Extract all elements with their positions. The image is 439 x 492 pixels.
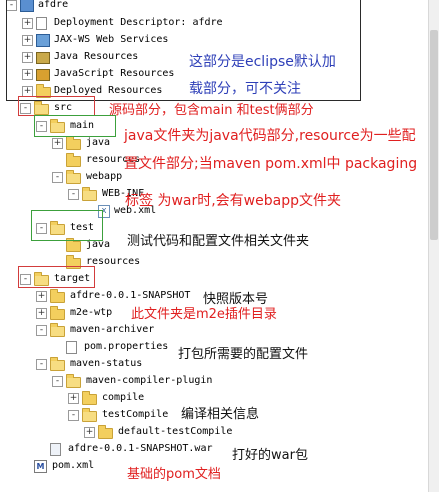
- folder-open-icon: [50, 323, 65, 337]
- annotation-main-line1: java文件夹为java代码部分,resource为一些配: [124, 128, 416, 144]
- expand-toggle[interactable]: +: [36, 291, 47, 302]
- folder-icon: [50, 306, 65, 320]
- annotation-war: 打好的war包: [232, 448, 308, 463]
- folder-icon: [66, 238, 81, 252]
- scrollbar-thumb[interactable]: [430, 30, 438, 240]
- pom-file-icon: M: [34, 460, 47, 473]
- main-highlight-box: [34, 115, 116, 137]
- expand-toggle[interactable]: +: [36, 308, 47, 319]
- annotation-compile: 编译相关信息: [181, 407, 260, 422]
- folder-icon: [66, 136, 81, 150]
- collapse-toggle[interactable]: -: [68, 410, 79, 421]
- tree-item-label: pom.properties: [84, 341, 169, 352]
- tree-item-label: default-testCompile: [118, 426, 233, 437]
- tree-item-label: maven-archiver: [70, 324, 155, 335]
- expand-toggle[interactable]: +: [52, 138, 63, 149]
- tree-item-label: afdre-0.0.1-SNAPSHOT.war: [68, 443, 213, 454]
- annotation-main-line2: 置文件部分;当maven pom.xml中 packaging: [124, 156, 418, 172]
- annotation-test: 测试代码和配置文件相关文件夹: [127, 234, 310, 249]
- collapse-toggle[interactable]: -: [52, 376, 63, 387]
- annotation-eclipse-default-line1: 这部分是eclipse默认加: [189, 54, 336, 70]
- folder-open-icon: [50, 357, 65, 371]
- annotation-pom: 基础的pom文档: [127, 467, 221, 482]
- folder-icon: [66, 153, 81, 167]
- vertical-scrollbar[interactable]: [428, 0, 439, 492]
- collapse-toggle[interactable]: -: [52, 172, 63, 183]
- expand-toggle[interactable]: +: [84, 427, 95, 438]
- folder-open-icon: [66, 170, 81, 184]
- annotation-src: 源码部分，包含main 和test俩部分: [109, 103, 314, 118]
- collapse-toggle[interactable]: -: [36, 359, 47, 370]
- target-highlight-box: [18, 266, 95, 288]
- tree-item-label: m2e-wtp: [70, 307, 113, 318]
- tree-item-label: pom.xml: [52, 460, 95, 471]
- test-highlight-box: [31, 210, 103, 241]
- tree-item-label: testCompile: [102, 409, 169, 420]
- folder-open-icon: [82, 187, 97, 201]
- annotation-m2e: 此文件夹是m2e插件目录: [131, 307, 277, 322]
- collapse-toggle[interactable]: -: [36, 325, 47, 336]
- folder-icon: [50, 289, 65, 303]
- annotation-eclipse-default-line2: 载部分，可不关注: [189, 81, 301, 97]
- src-highlight-box: [18, 96, 95, 116]
- tree-item-label: maven-status: [70, 358, 143, 369]
- folder-open-icon: [82, 408, 97, 422]
- annotation-main-line3: 标签 为war时,会有webapp文件夹: [125, 193, 341, 209]
- tree-item-label: compile: [102, 392, 145, 403]
- folder-icon: [98, 425, 113, 439]
- file-icon: [66, 341, 77, 354]
- collapse-toggle[interactable]: -: [68, 189, 79, 200]
- folder-icon: [82, 391, 97, 405]
- war-file-icon: [50, 443, 61, 456]
- tree-item-label: maven-compiler-plugin: [86, 375, 213, 386]
- expand-toggle[interactable]: +: [68, 393, 79, 404]
- tree-item-label: java: [86, 137, 111, 148]
- tree-item-label: afdre-0.0.1-SNAPSHOT: [70, 290, 191, 301]
- annotation-archiver: 打包所需要的配置文件: [178, 347, 309, 362]
- folder-open-icon: [66, 374, 81, 388]
- tree-item-label: webapp: [86, 171, 123, 182]
